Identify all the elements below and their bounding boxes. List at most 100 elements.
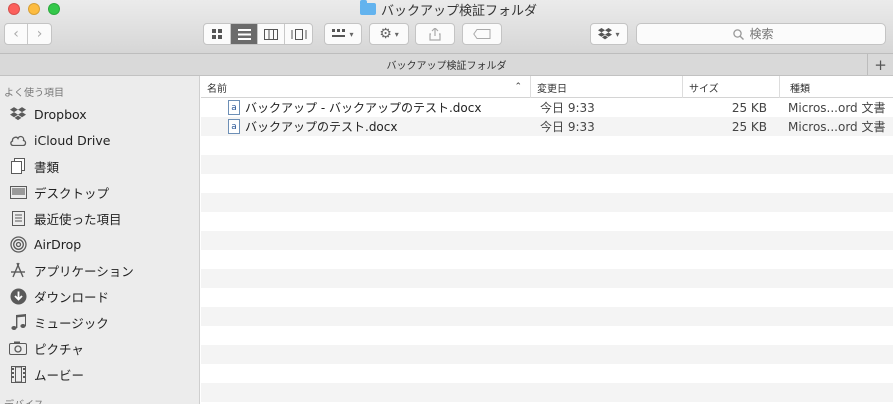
sidebar-item-documents[interactable]: 書類 [8,154,198,178]
sidebar-item-music[interactable]: ミュージック [8,310,198,334]
tab-title[interactable]: バックアップ検証フォルダ [387,57,507,72]
share-button[interactable] [415,23,455,45]
dropbox-icon [598,28,613,40]
documents-icon [8,157,28,175]
list-view-button[interactable] [231,24,258,44]
music-icon [8,313,28,331]
window-controls [8,3,60,15]
sidebar-item-downloads[interactable]: ダウンロード [8,284,198,308]
back-button[interactable]: ‹ [5,24,29,44]
file-name-cell: a バックアップのテスト.docx [228,117,397,136]
chevron-down-icon: ▾ [349,29,354,39]
sidebar-item-label: iCloud Drive [34,132,111,148]
search-icon [732,28,744,40]
sidebar-item-airdrop[interactable]: AirDrop [8,232,198,256]
column-header-kind-label: 種類 [790,83,810,95]
new-tab-button[interactable]: + [867,54,893,75]
window-toolbar: バックアップ検証フォルダ ‹ › ▾ ⚙ ▾ ▾ [0,0,893,54]
sidebar-item-applications[interactable]: アプリケーション [8,258,198,282]
desktop-icon [8,183,28,201]
dropbox-menu-button[interactable]: ▾ [590,23,628,45]
minimize-button[interactable] [28,3,40,15]
sidebar-item-label: アプリケーション [34,263,134,279]
window-title: バックアップ検証フォルダ [360,0,538,19]
sidebar-item-label: デスクトップ [34,185,110,201]
column-header-name[interactable]: 名前 ⌃ [201,76,531,98]
table-row[interactable]: a バックアップのテスト.docx 今日 9:33 25 KB Micros..… [201,117,893,136]
plus-icon: + [874,55,887,74]
dropbox-icon [8,105,28,123]
column-header-date-label: 変更日 [537,83,567,95]
sidebar-item-label: ミュージック [34,315,109,331]
column-header-name-label: 名前 [207,83,227,95]
file-kind: Micros...ord 文書 [788,120,886,134]
docx-file-icon: a [228,119,240,134]
window-title-text: バックアップ検証フォルダ [381,3,538,19]
column-view-button[interactable] [258,24,285,44]
sidebar-item-desktop[interactable]: デスクトップ [8,180,198,204]
applications-icon [8,261,28,279]
chevron-down-icon: ▾ [394,29,399,39]
sidebar-item-movies[interactable]: ムービー [8,362,198,386]
file-list: 名前 ⌃ 変更日 サイズ 種類 a バックアップ - バックアップのテスト.do… [201,76,893,404]
zoom-button[interactable] [48,3,60,15]
file-name: バックアップ - バックアップのテスト.docx [245,101,482,115]
column-header-kind[interactable]: 種類 [780,76,893,98]
sidebar-item-label: ピクチャ [34,341,84,357]
file-date: 今日 9:33 [540,101,595,115]
icon-view-button[interactable] [204,24,231,44]
file-name: バックアップのテスト.docx [245,120,398,134]
sidebar-section-devices: デバイス [4,396,44,404]
table-row[interactable]: a バックアップ - バックアップのテスト.docx 今日 9:33 25 KB… [201,98,893,117]
tag-icon [473,29,491,39]
sidebar-item-pictures[interactable]: ピクチャ [8,336,198,360]
tags-button[interactable] [462,23,502,45]
file-kind: Micros...ord 文書 [788,101,886,115]
sidebar-item-label: 書類 [34,159,60,175]
search-input[interactable] [749,27,790,41]
sidebar-item-label: ムービー [34,367,85,383]
file-size: 25 KB [731,119,767,134]
sidebar-item-label: Dropbox [34,106,87,122]
file-name-cell: a バックアップ - バックアップのテスト.docx [228,98,481,117]
cloud-icon [8,131,28,149]
sidebar-item-label: ダウンロード [34,289,110,305]
sidebar-item-label: 最近使った項目 [34,211,122,227]
recents-icon [8,209,28,227]
view-mode-control [203,23,313,45]
columns-icon [264,28,278,40]
close-button[interactable] [8,3,20,15]
action-button[interactable]: ⚙ ▾ [369,23,409,45]
list-icon [237,28,251,40]
sidebar-item-icloud-drive[interactable]: iCloud Drive [8,128,198,152]
search-field[interactable] [636,23,886,45]
column-header: 名前 ⌃ 変更日 サイズ 種類 [201,76,893,98]
file-date: 今日 9:33 [540,120,595,134]
sidebar-item-dropbox[interactable]: Dropbox [8,102,198,126]
forward-button[interactable]: › [28,24,51,44]
camera-icon [8,339,28,357]
download-icon [8,287,28,305]
chevron-down-icon: ▾ [615,29,620,39]
film-icon [8,365,28,383]
coverflow-view-button[interactable] [285,24,312,44]
file-rows: a バックアップ - バックアップのテスト.docx 今日 9:33 25 KB… [201,98,893,404]
airdrop-icon [8,235,28,253]
arrange-button[interactable]: ▾ [324,23,362,45]
column-header-size-label: サイズ [689,83,719,95]
back-forward-control: ‹ › [4,23,52,45]
folder-icon [360,0,376,15]
grid-icon [211,28,222,39]
docx-file-icon: a [228,100,240,115]
sidebar-item-recents[interactable]: 最近使った項目 [8,206,198,230]
tab-bar: バックアップ検証フォルダ + [0,54,893,76]
share-icon [429,27,441,41]
sidebar: よく使う項目 Dropbox iCloud Drive 書類 デスクトップ 最近… [0,76,200,404]
column-header-size[interactable]: サイズ [683,76,780,98]
file-size: 25 KB [731,100,767,115]
sidebar-item-label: AirDrop [34,236,82,252]
chevron-up-icon: ⌃ [514,82,522,92]
column-header-date[interactable]: 変更日 [531,76,683,98]
arrange-icon [332,29,346,37]
gear-icon: ⚙ [379,26,392,42]
